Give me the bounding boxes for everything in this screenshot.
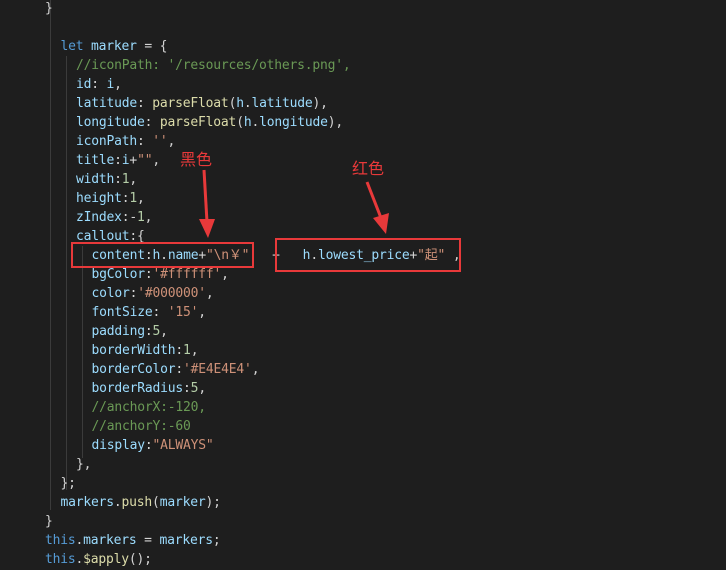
- arrow-to-price: [365, 181, 389, 234]
- arrow-to-content: [199, 169, 215, 238]
- annotation-arrows: [199, 169, 389, 238]
